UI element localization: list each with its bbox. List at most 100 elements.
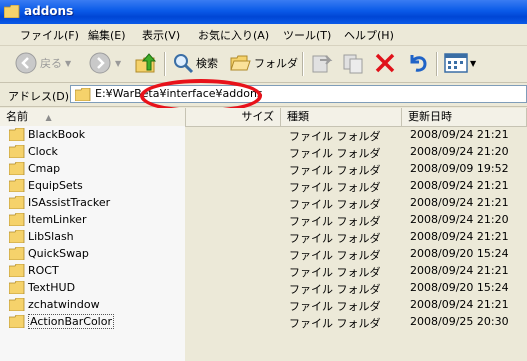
move-to-button[interactable]: [310, 50, 334, 76]
copy-to-icon: [343, 54, 363, 74]
menu-file[interactable]: ファイル(F): [20, 27, 79, 43]
views-icon: [444, 53, 468, 73]
file-date: 2008/09/20 15:24: [410, 281, 509, 294]
list-item[interactable]: zchatwindow ファイル フォルダ 2008/09/24 21:21: [0, 296, 527, 313]
file-name: EquipSets: [28, 179, 83, 192]
folder-icon: [9, 196, 25, 209]
column-header-size[interactable]: サイズ: [186, 108, 281, 126]
copy-to-button[interactable]: [342, 50, 366, 76]
folder-icon: [9, 128, 25, 141]
dropdown-arrow-icon[interactable]: ▼: [65, 59, 71, 68]
file-type: ファイル フォルダ: [289, 147, 381, 160]
folder-icon: [9, 264, 25, 277]
folder-icon: [9, 179, 25, 192]
column-label-date: 更新日時: [408, 110, 452, 123]
column-header-name[interactable]: 名前 ▲: [0, 108, 186, 126]
file-name: LibSlash: [28, 230, 74, 243]
file-name: TextHUD: [28, 281, 76, 294]
list-item[interactable]: EquipSets ファイル フォルダ 2008/09/24 21:21: [0, 177, 527, 194]
file-type: ファイル フォルダ: [289, 198, 381, 211]
list-item[interactable]: TextHUD ファイル フォルダ 2008/09/20 15:24: [0, 279, 527, 296]
column-header-date[interactable]: 更新日時: [402, 108, 527, 126]
file-type: ファイル フォルダ: [289, 266, 381, 279]
file-date: 2008/09/24 21:21: [410, 196, 509, 209]
file-type: ファイル フォルダ: [289, 215, 381, 228]
list-item[interactable]: Clock ファイル フォルダ 2008/09/24 21:20: [0, 143, 527, 160]
file-name: ROCT: [28, 264, 59, 277]
file-type: ファイル フォルダ: [289, 300, 381, 313]
file-name: Cmap: [28, 162, 61, 175]
search-icon: [174, 54, 194, 74]
file-name: ItemLinker: [28, 213, 87, 226]
explorer-window: addons ファイル(F) 編集(E) 表示(V) お気に入り(A) ツール(…: [0, 0, 527, 361]
folder-icon: [4, 5, 20, 18]
list-item[interactable]: ROCT ファイル フォルダ 2008/09/24 21:21: [0, 262, 527, 279]
folder-icon: [9, 298, 25, 311]
dropdown-arrow-icon[interactable]: ▼: [470, 59, 476, 68]
list-item[interactable]: ActionBarColor ファイル フォルダ 2008/09/25 20:3…: [0, 313, 527, 330]
folders-button[interactable]: フォルダ: [230, 50, 298, 76]
file-date: 2008/09/20 15:24: [410, 247, 509, 260]
address-bar: アドレス(D) E:¥WarBeta¥interface¥addons: [0, 83, 527, 107]
list-item[interactable]: QuickSwap ファイル フォルダ 2008/09/20 15:24: [0, 245, 527, 262]
file-date: 2008/09/24 21:21: [410, 230, 509, 243]
list-item[interactable]: LibSlash ファイル フォルダ 2008/09/24 21:21: [0, 228, 527, 245]
column-header-type[interactable]: 種類: [281, 108, 402, 126]
back-label: 戻る: [40, 57, 62, 70]
folder-icon: [9, 247, 25, 260]
back-button[interactable]: 戻る ▼: [14, 50, 71, 76]
folder-icon: [75, 88, 91, 101]
file-name: Clock: [28, 145, 58, 158]
delete-button[interactable]: [374, 50, 396, 76]
address-input[interactable]: E:¥WarBeta¥interface¥addons: [70, 85, 527, 103]
title-bar[interactable]: addons: [0, 0, 527, 24]
toolbar: 戻る ▼ ▼ 検索 フォルダ ▼: [0, 46, 527, 83]
menu-bar: ファイル(F) 編集(E) 表示(V) お気に入り(A) ツール(T) ヘルプ(…: [0, 24, 527, 46]
folders-label: フォルダ: [254, 57, 298, 70]
dropdown-arrow-icon[interactable]: ▼: [115, 59, 121, 68]
undo-icon: [410, 55, 427, 72]
menu-help[interactable]: ヘルプ(H): [344, 27, 394, 43]
list-item[interactable]: ISAssistTracker ファイル フォルダ 2008/09/24 21:…: [0, 194, 527, 211]
file-name: ActionBarColor: [28, 314, 114, 329]
folder-icon: [9, 281, 25, 294]
menu-view[interactable]: 表示(V): [142, 27, 180, 43]
folder-icon: [9, 162, 25, 175]
list-item[interactable]: BlackBook ファイル フォルダ 2008/09/24 21:21: [0, 126, 527, 143]
column-label-size: サイズ: [241, 110, 274, 123]
menu-favorites[interactable]: お気に入り(A): [198, 27, 269, 43]
search-button[interactable]: 検索: [172, 50, 218, 76]
up-folder-button[interactable]: [134, 50, 158, 76]
column-label-type: 種類: [287, 110, 309, 123]
toolbar-separator: [436, 52, 438, 76]
forward-button[interactable]: ▼: [88, 50, 121, 76]
undo-button[interactable]: [406, 50, 430, 76]
column-label-name: 名前: [6, 110, 28, 123]
views-button[interactable]: ▼: [444, 50, 476, 76]
folder-icon: [9, 230, 25, 243]
file-type: ファイル フォルダ: [289, 164, 381, 177]
sort-ascending-icon: ▲: [45, 113, 52, 122]
up-folder-icon: [135, 53, 157, 73]
file-date: 2008/09/25 20:30: [410, 315, 509, 328]
toolbar-separator: [164, 52, 166, 76]
move-to-icon: [312, 55, 333, 73]
file-type: ファイル フォルダ: [289, 249, 381, 262]
file-type: ファイル フォルダ: [289, 232, 381, 245]
list-item[interactable]: Cmap ファイル フォルダ 2008/09/09 19:52: [0, 160, 527, 177]
file-name: zchatwindow: [28, 298, 100, 311]
file-name: QuickSwap: [28, 247, 89, 260]
file-name: BlackBook: [28, 128, 86, 141]
file-type: ファイル フォルダ: [289, 317, 381, 330]
list-item[interactable]: ItemLinker ファイル フォルダ 2008/09/24 21:20: [0, 211, 527, 228]
window-title: addons: [24, 4, 74, 18]
menu-edit[interactable]: 編集(E): [88, 27, 126, 43]
folder-icon: [9, 315, 25, 328]
file-name: ISAssistTracker: [28, 196, 111, 209]
file-date: 2008/09/24 21:21: [410, 264, 509, 277]
file-date: 2008/09/24 21:20: [410, 145, 509, 158]
file-date: 2008/09/09 19:52: [410, 162, 509, 175]
menu-tools[interactable]: ツール(T): [283, 27, 331, 43]
file-type: ファイル フォルダ: [289, 130, 381, 143]
toolbar-separator: [302, 52, 304, 76]
